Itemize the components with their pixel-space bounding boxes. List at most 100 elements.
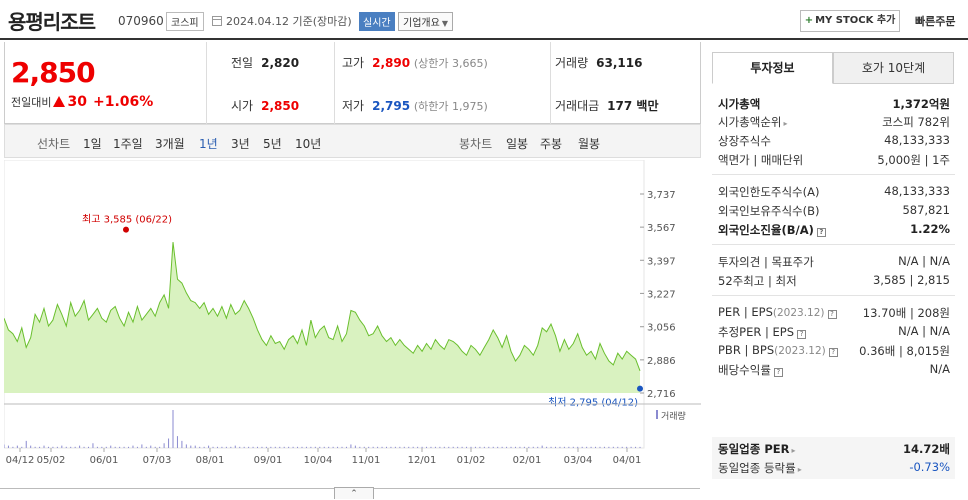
min-marker bbox=[637, 385, 643, 392]
y-tick-label: 3,737 bbox=[647, 190, 676, 201]
sector-per-label[interactable]: 동일업종 PER ▸ bbox=[718, 441, 795, 457]
par-row: 액면가 | 매매단위 5,000원 | 1주 bbox=[718, 152, 950, 170]
x-tick-label: 10/04 bbox=[304, 455, 333, 466]
sector-change-value: -0.73% bbox=[909, 460, 950, 474]
y-tick-label: 3,567 bbox=[647, 223, 676, 234]
arrow-right-icon: ▸ bbox=[797, 465, 802, 474]
mystock-label: MY STOCK 추가 bbox=[815, 15, 896, 26]
x-tick-label: 11/01 bbox=[352, 455, 381, 466]
change-amount: 30 bbox=[67, 94, 87, 110]
tab-3m[interactable]: 3개월 bbox=[155, 135, 185, 152]
low-value: 2,795 bbox=[372, 99, 411, 113]
prev-close-label: 전일 bbox=[231, 56, 254, 70]
tab-orderbook[interactable]: 호가 10단계 bbox=[833, 52, 954, 84]
help-icon[interactable]: ? bbox=[797, 330, 807, 339]
candle-chart-label: 봉차트 bbox=[459, 137, 493, 151]
dividend-row: 배당수익률? N/A bbox=[718, 362, 950, 380]
trade-value: 177 백만 bbox=[607, 99, 659, 113]
foreign-ratio-row: 외국인소진율(B/A)? 1.22% bbox=[718, 222, 950, 240]
tab-1y[interactable]: 1년 bbox=[199, 135, 218, 152]
mktcap-rank-value: 코스피 782위 bbox=[882, 115, 950, 129]
change-percent: +1.06% bbox=[92, 94, 154, 110]
line-chart-label: 선차트 bbox=[37, 137, 71, 151]
est-per-text: 추정PER | EPS bbox=[718, 325, 795, 339]
low-cell: 저가 2,795 (하한가 1,975) bbox=[342, 97, 488, 114]
market-badge: 코스피 bbox=[166, 12, 204, 31]
foreign-ratio-text: 외국인소진율(B/A) bbox=[718, 223, 814, 237]
tab-weekly[interactable]: 주봉 bbox=[540, 135, 562, 152]
foreign-ratio-value: 1.22% bbox=[910, 222, 950, 236]
help-icon[interactable]: ? bbox=[816, 228, 826, 237]
par-label: 액면가 | 매매단위 bbox=[718, 153, 804, 167]
sector-box: 동일업종 PER ▸ 14.72배 동일업종 등락률 ▸ -0.73% bbox=[712, 437, 955, 479]
tab-daily[interactable]: 일봉 bbox=[506, 135, 528, 152]
pbr-year: (2023.12) bbox=[774, 345, 826, 357]
high-cell: 고가 2,890 (상한가 3,665) bbox=[342, 54, 488, 71]
pbr-row: PBR | BPS(2023.12)? 0.36배 | 8,015원 bbox=[718, 343, 950, 361]
est-per-label: 추정PER | EPS? bbox=[718, 324, 807, 340]
date-display: 2024.04.12 기준(장마감) bbox=[212, 13, 352, 29]
dividend-value: N/A bbox=[929, 362, 950, 376]
price-area bbox=[4, 242, 640, 393]
sector-change-label[interactable]: 동일업종 등락률 ▸ bbox=[718, 460, 802, 476]
foreign-limit-row: 외국인한도주식수(A) 48,133,333 bbox=[718, 184, 950, 202]
x-tick-label: 04/12 bbox=[6, 455, 35, 466]
tab-invest-info[interactable]: 투자정보 bbox=[712, 52, 833, 84]
invest-info-panel: 투자정보 호가 10단계 시가총액 1,372억원 시가총액순위 ▸ 코스피 782위… bbox=[712, 52, 955, 479]
pbr-text: PBR | BPS bbox=[718, 343, 775, 357]
mktcap-row: 시가총액 1,372억원 bbox=[718, 96, 950, 114]
max-marker bbox=[123, 226, 129, 233]
shares-label: 상장주식수 bbox=[718, 134, 771, 148]
arrow-right-icon: ▸ bbox=[791, 446, 796, 455]
help-icon[interactable]: ? bbox=[828, 348, 838, 357]
mktcap-rank-row: 시가총액순위 ▸ 코스피 782위 bbox=[718, 114, 950, 132]
x-tick-label: 03/04 bbox=[564, 455, 593, 466]
add-mystock-button[interactable]: + MY STOCK 추가 bbox=[800, 10, 900, 32]
y-tick-label: 2,886 bbox=[647, 356, 676, 367]
sector-per-row: 동일업종 PER ▸ 14.72배 bbox=[718, 441, 950, 459]
tab-5y[interactable]: 5년 bbox=[263, 135, 282, 152]
quick-order-button[interactable]: 빠른주문 bbox=[915, 13, 955, 29]
y-tick-label: 3,227 bbox=[647, 289, 676, 300]
open-value: 2,850 bbox=[261, 99, 300, 113]
high-value: 2,890 bbox=[372, 56, 411, 70]
foreign-hold-value: 587,821 bbox=[902, 203, 950, 217]
price-chart-svg: 3,737 3,567 3,397 3,227 3,056 2,886 2,716 최고 3,… bbox=[4, 160, 701, 466]
per-value: 13.70배 | 208원 bbox=[862, 306, 950, 320]
chevron-down-icon: ▼ bbox=[441, 19, 448, 28]
change-label: 전일대비 bbox=[11, 96, 52, 109]
mktcap-rank-label[interactable]: 시가총액순위 ▸ bbox=[718, 114, 788, 130]
volume-value: 63,116 bbox=[596, 56, 643, 70]
prev-close-value: 2,820 bbox=[261, 56, 300, 70]
min-label: 최저 2,795 (04/12) bbox=[548, 397, 638, 409]
arrow-right-icon: ▸ bbox=[783, 119, 788, 128]
divider bbox=[712, 244, 955, 245]
foreign-limit-value: 48,133,333 bbox=[884, 184, 950, 198]
w52-row: 52주최고 | 최저 3,585 | 2,815 bbox=[718, 273, 950, 291]
per-label: PER | EPS(2023.12)? bbox=[718, 305, 837, 319]
trade-value-label: 거래대금 bbox=[555, 99, 600, 113]
tab-monthly[interactable]: 월봉 bbox=[578, 135, 600, 152]
sector-per-value: 14.72배 bbox=[903, 442, 950, 456]
help-icon[interactable]: ? bbox=[773, 368, 783, 377]
stock-header: 용평리조트 070960 코스피 2024.04.12 기준(장마감) 실시간 … bbox=[0, 0, 968, 40]
volume-frame bbox=[4, 403, 645, 449]
tab-10y[interactable]: 10년 bbox=[295, 135, 321, 152]
per-text: PER | EPS bbox=[718, 305, 773, 319]
collapse-button[interactable]: ⌃ bbox=[334, 487, 374, 499]
y-tick-label: 3,056 bbox=[647, 323, 676, 334]
help-icon[interactable]: ? bbox=[827, 310, 837, 319]
price-chart: 3,737 3,567 3,397 3,227 3,056 2,886 2,716 최고 3,… bbox=[4, 160, 701, 470]
tab-1d[interactable]: 1일 bbox=[83, 135, 102, 152]
realtime-button[interactable]: 실시간 bbox=[359, 12, 395, 31]
w52-value: 3,585 | 2,815 bbox=[872, 273, 950, 287]
tab-3y[interactable]: 3년 bbox=[231, 135, 250, 152]
company-info-dropdown[interactable]: 기업개요 ▼ bbox=[398, 12, 453, 31]
dividend-label: 배당수익률? bbox=[718, 362, 783, 378]
high-label: 고가 bbox=[342, 56, 365, 70]
tab-1w[interactable]: 1주일 bbox=[113, 135, 143, 152]
basis-text: 기준(장마감) bbox=[292, 15, 352, 28]
mktcap-label: 시가총액 bbox=[718, 97, 761, 111]
est-per-row: 추정PER | EPS? N/A | N/A bbox=[718, 324, 950, 342]
pbr-value: 0.36배 | 8,015원 bbox=[859, 344, 950, 358]
